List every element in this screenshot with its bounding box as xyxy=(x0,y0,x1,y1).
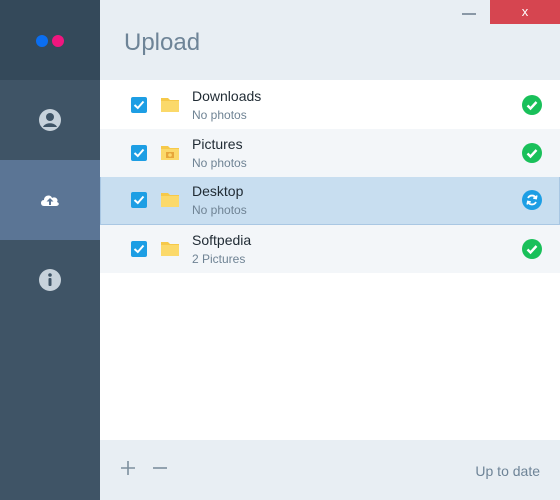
logo-area xyxy=(0,0,100,80)
folder-name: Downloads xyxy=(192,88,262,104)
main-panel: Upload x Downloads No photos Pictures No… xyxy=(100,0,560,500)
folder-subtitle: No photos xyxy=(192,108,247,122)
folder-name: Softpedia xyxy=(192,232,252,248)
folder-row[interactable]: Downloads No photos xyxy=(100,81,560,129)
logo-pink-dot xyxy=(52,35,64,47)
folder-checkbox[interactable] xyxy=(131,192,147,208)
done-icon xyxy=(522,239,542,259)
folder-subtitle: No photos xyxy=(192,203,247,217)
page-title: Upload xyxy=(124,29,201,56)
check-icon xyxy=(133,100,145,110)
flickr-logo xyxy=(36,35,66,47)
user-icon xyxy=(39,109,61,131)
check-icon xyxy=(133,244,145,254)
folder-subtitle: 2 Pictures xyxy=(192,252,246,266)
header: Upload x xyxy=(100,0,560,80)
folder-icon xyxy=(161,98,179,112)
sidebar-item-account[interactable] xyxy=(0,80,100,160)
done-icon xyxy=(522,95,542,115)
plus-icon[interactable] xyxy=(118,458,138,478)
folder-checkbox[interactable] xyxy=(131,145,147,161)
close-button[interactable]: x xyxy=(490,0,560,24)
minus-icon[interactable] xyxy=(150,458,170,478)
folder-icon xyxy=(161,193,179,207)
check-icon xyxy=(133,195,145,205)
cloud-upload-icon xyxy=(41,195,59,206)
folder-name: Desktop xyxy=(192,183,244,199)
folder-name: Pictures xyxy=(192,136,243,152)
sidebar xyxy=(0,0,100,500)
folder-checkbox[interactable] xyxy=(131,97,147,113)
logo-blue-dot xyxy=(36,35,48,47)
pictures-folder-icon xyxy=(161,146,179,160)
folder-row[interactable]: Pictures No photos xyxy=(100,129,560,177)
folder-row[interactable]: Softpedia 2 Pictures xyxy=(100,225,560,273)
folder-checkbox[interactable] xyxy=(131,241,147,257)
minimize-button[interactable] xyxy=(462,13,476,15)
folder-icon xyxy=(161,242,179,256)
info-icon xyxy=(39,269,61,291)
folder-list: Downloads No photos Pictures No photos D… xyxy=(100,81,560,273)
footer: Up to date xyxy=(100,440,560,500)
folder-row[interactable]: Desktop No photos xyxy=(100,177,560,225)
sidebar-item-upload[interactable] xyxy=(0,160,100,240)
sidebar-item-info[interactable] xyxy=(0,240,100,320)
check-icon xyxy=(133,148,145,158)
syncing-icon xyxy=(522,190,542,210)
folder-subtitle: No photos xyxy=(192,156,247,170)
sync-status: Up to date xyxy=(475,463,540,479)
done-icon xyxy=(522,143,542,163)
